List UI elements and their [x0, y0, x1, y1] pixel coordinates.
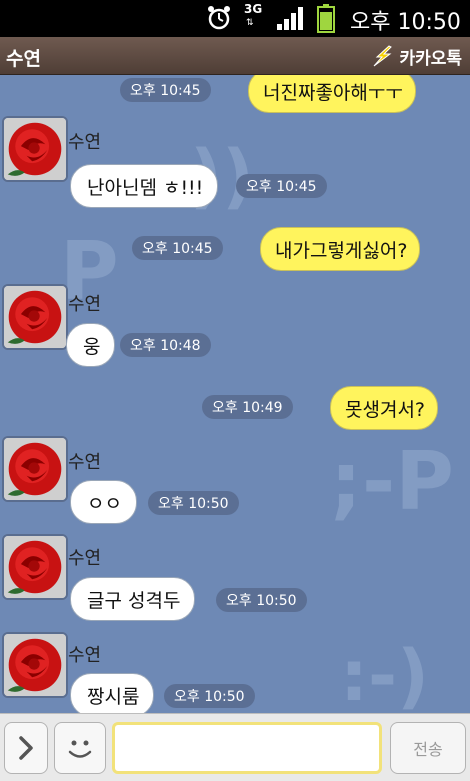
watermark-decoration: :-) [340, 635, 430, 713]
rose-avatar-image [4, 118, 66, 180]
signal-icon [277, 7, 303, 30]
sender-name: 수연 [68, 132, 102, 153]
brand-name: 카카오톡 [399, 48, 462, 69]
avatar[interactable] [2, 534, 68, 600]
data-arrows-icon: ⇅ [246, 18, 254, 28]
my-message-bubble[interactable]: 너진짜좋아해ㅜㅜ [248, 75, 416, 113]
message-time: 오후 10:48 [120, 333, 211, 357]
message-time: 오후 10:50 [164, 684, 255, 708]
sender-name: 수연 [68, 452, 102, 473]
my-message-bubble[interactable]: 내가그렇게싫어? [260, 227, 421, 271]
chevron-right-icon [19, 736, 33, 760]
chat-title-bar: 수연 카카오톡 [0, 37, 470, 75]
rose-avatar-image [4, 438, 66, 500]
their-message-bubble[interactable]: 난아닌뎀 ㅎ!!! [70, 164, 219, 208]
avatar[interactable] [2, 284, 68, 350]
message-input-bar: 전송 [0, 713, 470, 781]
smiley-icon [68, 740, 92, 758]
their-message-bubble[interactable]: 짱시룸 [70, 673, 155, 713]
message-time: 오후 10:50 [148, 491, 239, 515]
sender-name: 수연 [68, 294, 102, 315]
their-message-bubble[interactable]: 웅 [66, 323, 116, 367]
chat-area[interactable]: )) P ;-P :-) 오후 10:45 너진짜좋아해ㅜㅜ 수연 난아닌뎀 ㅎ… [0, 75, 470, 713]
rose-avatar-image [4, 286, 66, 348]
their-message-bubble[interactable]: 글구 성격두 [70, 577, 196, 621]
emoticon-button[interactable] [54, 722, 106, 774]
status-bar: 3G ⇅ 오후 10:50 [0, 0, 470, 37]
message-input[interactable] [112, 722, 382, 774]
send-button[interactable]: 전송 [390, 722, 466, 774]
message-time: 오후 10:49 [202, 395, 293, 419]
message-time: 오후 10:45 [132, 236, 223, 260]
status-time: 오후 10:50 [350, 10, 461, 35]
avatar[interactable] [2, 116, 68, 182]
my-message-bubble[interactable]: 못생겨서? [330, 386, 439, 430]
message-time: 오후 10:50 [216, 588, 307, 612]
avatar[interactable] [2, 632, 68, 698]
watermark-decoration: ;-P [330, 435, 454, 528]
their-message-bubble[interactable]: ㅇㅇ [70, 480, 137, 524]
message-time: 오후 10:45 [236, 174, 327, 198]
sender-name: 수연 [68, 645, 102, 666]
kakaotalk-logo-icon [374, 45, 393, 67]
sender-name: 수연 [68, 548, 102, 569]
message-time: 오후 10:45 [120, 78, 211, 102]
more-menu-button[interactable] [4, 722, 48, 774]
avatar[interactable] [2, 436, 68, 502]
alarm-icon [208, 6, 230, 30]
rose-avatar-image [4, 536, 66, 598]
3g-label: 3G [244, 2, 263, 16]
battery-icon [317, 4, 335, 33]
kakaotalk-brand: 카카오톡 [369, 43, 462, 69]
chat-title: 수연 [6, 48, 41, 70]
rose-avatar-image [4, 634, 66, 696]
